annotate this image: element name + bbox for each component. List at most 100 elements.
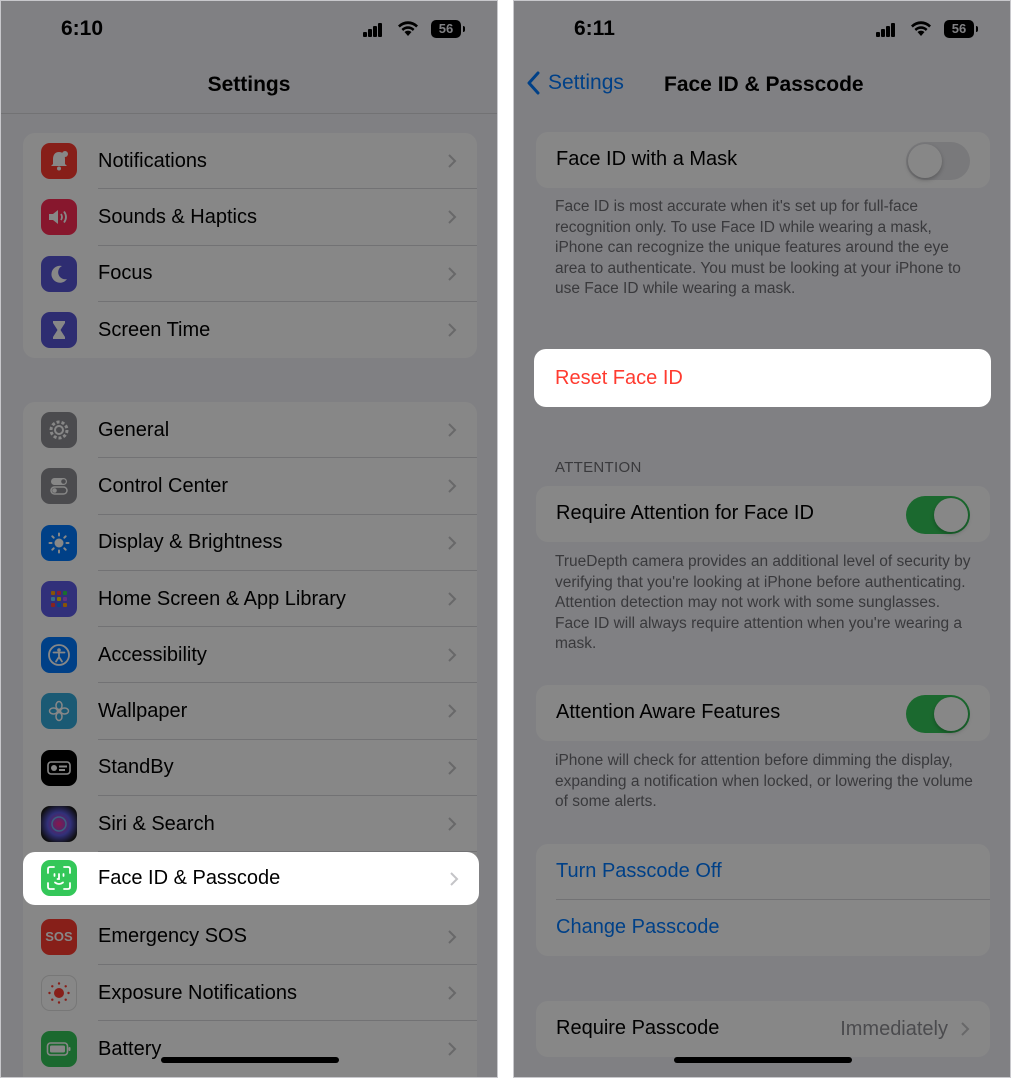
sos-icon: SOS — [41, 918, 77, 955]
settings-item-label: Notifications — [98, 149, 207, 172]
settings-item-display-brightness[interactable]: Display & Brightness — [23, 515, 477, 571]
chevron-right-icon — [448, 761, 457, 775]
chevron-right-icon — [448, 479, 457, 494]
standby-icon — [41, 749, 77, 786]
face-id-icon — [41, 860, 77, 896]
status-bar: 6:11 56 — [514, 15, 1010, 45]
settings-item-label: Siri & Search — [98, 812, 215, 835]
status-time: 6:10 — [61, 17, 104, 40]
back-button[interactable]: Settings — [526, 71, 624, 95]
settings-item-label: Display & Brightness — [98, 531, 283, 554]
require-passcode-row[interactable]: Require Passcode Immediately — [536, 1001, 990, 1057]
sun-icon — [41, 524, 77, 561]
settings-item-control-center[interactable]: Control Center — [23, 458, 477, 515]
settings-item-label: Control Center — [98, 474, 229, 497]
flower-icon — [41, 693, 77, 730]
home-indicator[interactable] — [161, 1057, 339, 1063]
settings-item-home-screen[interactable]: Home Screen & App Library — [23, 571, 477, 628]
hourglass-icon — [41, 311, 77, 348]
wifi-icon — [398, 21, 418, 36]
home-indicator[interactable] — [674, 1057, 852, 1063]
status-time: 6:11 — [574, 17, 615, 40]
settings-item-label: Focus — [98, 262, 153, 285]
settings-item-label: Emergency SOS — [98, 925, 247, 948]
settings-group-2: General Control Center Display & Brightn… — [23, 402, 477, 1077]
face-id-mask-label: Face ID with a Mask — [556, 148, 738, 170]
settings-item-exposure-notifications[interactable]: Exposure Notifications — [23, 965, 477, 1022]
attention-section-header: ATTENTION — [555, 459, 642, 476]
chevron-right-icon — [448, 929, 457, 944]
settings-item-accessibility[interactable]: Accessibility — [23, 627, 477, 684]
moon-icon — [41, 255, 77, 292]
settings-item-label: Wallpaper — [98, 700, 188, 723]
settings-item-face-id-passcode[interactable]: Face ID & Passcode — [23, 852, 479, 905]
back-button-label: Settings — [548, 71, 624, 94]
attention-aware-label: Attention Aware Features — [556, 701, 781, 723]
turn-passcode-off-label: Turn Passcode Off — [556, 860, 722, 882]
settings-item-battery[interactable]: Battery — [23, 1021, 477, 1077]
settings-item-label: Home Screen & App Library — [98, 587, 346, 610]
settings-item-notifications[interactable]: Notifications — [23, 133, 477, 190]
settings-item-label: Exposure Notifications — [98, 981, 297, 1004]
speaker-icon — [41, 199, 77, 236]
chevron-right-icon — [448, 1042, 457, 1056]
nav-bar: Settings — [1, 63, 497, 114]
settings-item-screen-time[interactable]: Screen Time — [23, 302, 477, 358]
change-passcode-button[interactable]: Change Passcode — [536, 900, 990, 956]
change-passcode-label: Change Passcode — [556, 916, 720, 938]
bell-icon — [41, 143, 77, 179]
chevron-right-icon — [450, 872, 459, 886]
chevron-right-icon — [448, 423, 457, 437]
settings-screen: 6:10 56 Settings Notifications Sounds & … — [0, 0, 498, 1078]
settings-item-general[interactable]: General — [23, 402, 477, 459]
settings-item-label: General — [98, 418, 170, 441]
attention-aware-group: Attention Aware Features — [536, 685, 990, 741]
settings-group-1: Notifications Sounds & Haptics Focus Scr… — [23, 133, 477, 359]
chevron-right-icon — [448, 323, 457, 337]
settings-item-label: StandBy — [98, 756, 174, 779]
face-id-mask-toggle[interactable] — [906, 142, 970, 180]
chevron-right-icon — [448, 535, 457, 550]
siri-icon — [41, 806, 77, 843]
settings-item-standby[interactable]: StandBy — [23, 740, 477, 797]
require-attention-label: Require Attention for Face ID — [556, 502, 814, 524]
battery-level-icon: 56 — [944, 20, 978, 38]
gear-icon — [41, 412, 77, 448]
chevron-right-icon — [448, 210, 457, 225]
settings-item-label: Screen Time — [98, 318, 211, 341]
settings-item-focus[interactable]: Focus — [23, 246, 477, 302]
require-passcode-value: Immediately — [840, 1018, 948, 1040]
chevron-right-icon — [448, 266, 457, 281]
mask-footnote: Face ID is most accurate when it's set u… — [555, 198, 961, 297]
switches-icon — [41, 468, 77, 505]
settings-item-emergency-sos[interactable]: SOS Emergency SOS — [23, 909, 477, 965]
page-title: Settings — [207, 73, 291, 96]
status-bar: 6:10 56 — [1, 15, 497, 45]
cellular-signal-icon — [363, 23, 383, 37]
chevron-left-icon — [527, 71, 540, 95]
settings-item-siri-search[interactable]: Siri & Search — [23, 796, 477, 853]
chevron-right-icon — [448, 154, 457, 168]
settings-item-label: Accessibility — [98, 643, 207, 666]
battery-icon — [41, 1031, 77, 1068]
face-id-mask-row: Face ID with a Mask — [536, 132, 990, 188]
page-title: Face ID & Passcode — [664, 73, 864, 96]
attention-aware-row: Attention Aware Features — [536, 685, 990, 741]
require-passcode-group: Require Passcode Immediately — [536, 1001, 990, 1057]
chevron-right-icon — [448, 986, 457, 1000]
turn-passcode-off-button[interactable]: Turn Passcode Off — [536, 844, 990, 900]
require-passcode-label: Require Passcode — [556, 1017, 720, 1039]
nav-bar: Settings Face ID & Passcode — [514, 63, 1010, 109]
settings-item-wallpaper[interactable]: Wallpaper — [23, 683, 477, 740]
reset-face-id-button[interactable]: Reset Face ID — [534, 349, 991, 407]
attention-aware-footnote: iPhone will check for attention before d… — [555, 752, 973, 810]
settings-item-label: Sounds & Haptics — [98, 205, 257, 228]
passcode-group: Turn Passcode Off Change Passcode — [536, 844, 990, 956]
settings-item-sounds-haptics[interactable]: Sounds & Haptics — [23, 189, 477, 246]
attention-aware-toggle[interactable] — [906, 695, 970, 733]
require-attention-toggle[interactable] — [906, 496, 970, 534]
chevron-right-icon — [448, 648, 457, 662]
face-id-passcode-screen: 6:11 56 Settings Face ID & Passcode Face… — [513, 0, 1011, 1078]
chevron-right-icon — [448, 592, 457, 606]
require-attention-row: Require Attention for Face ID — [536, 486, 990, 542]
